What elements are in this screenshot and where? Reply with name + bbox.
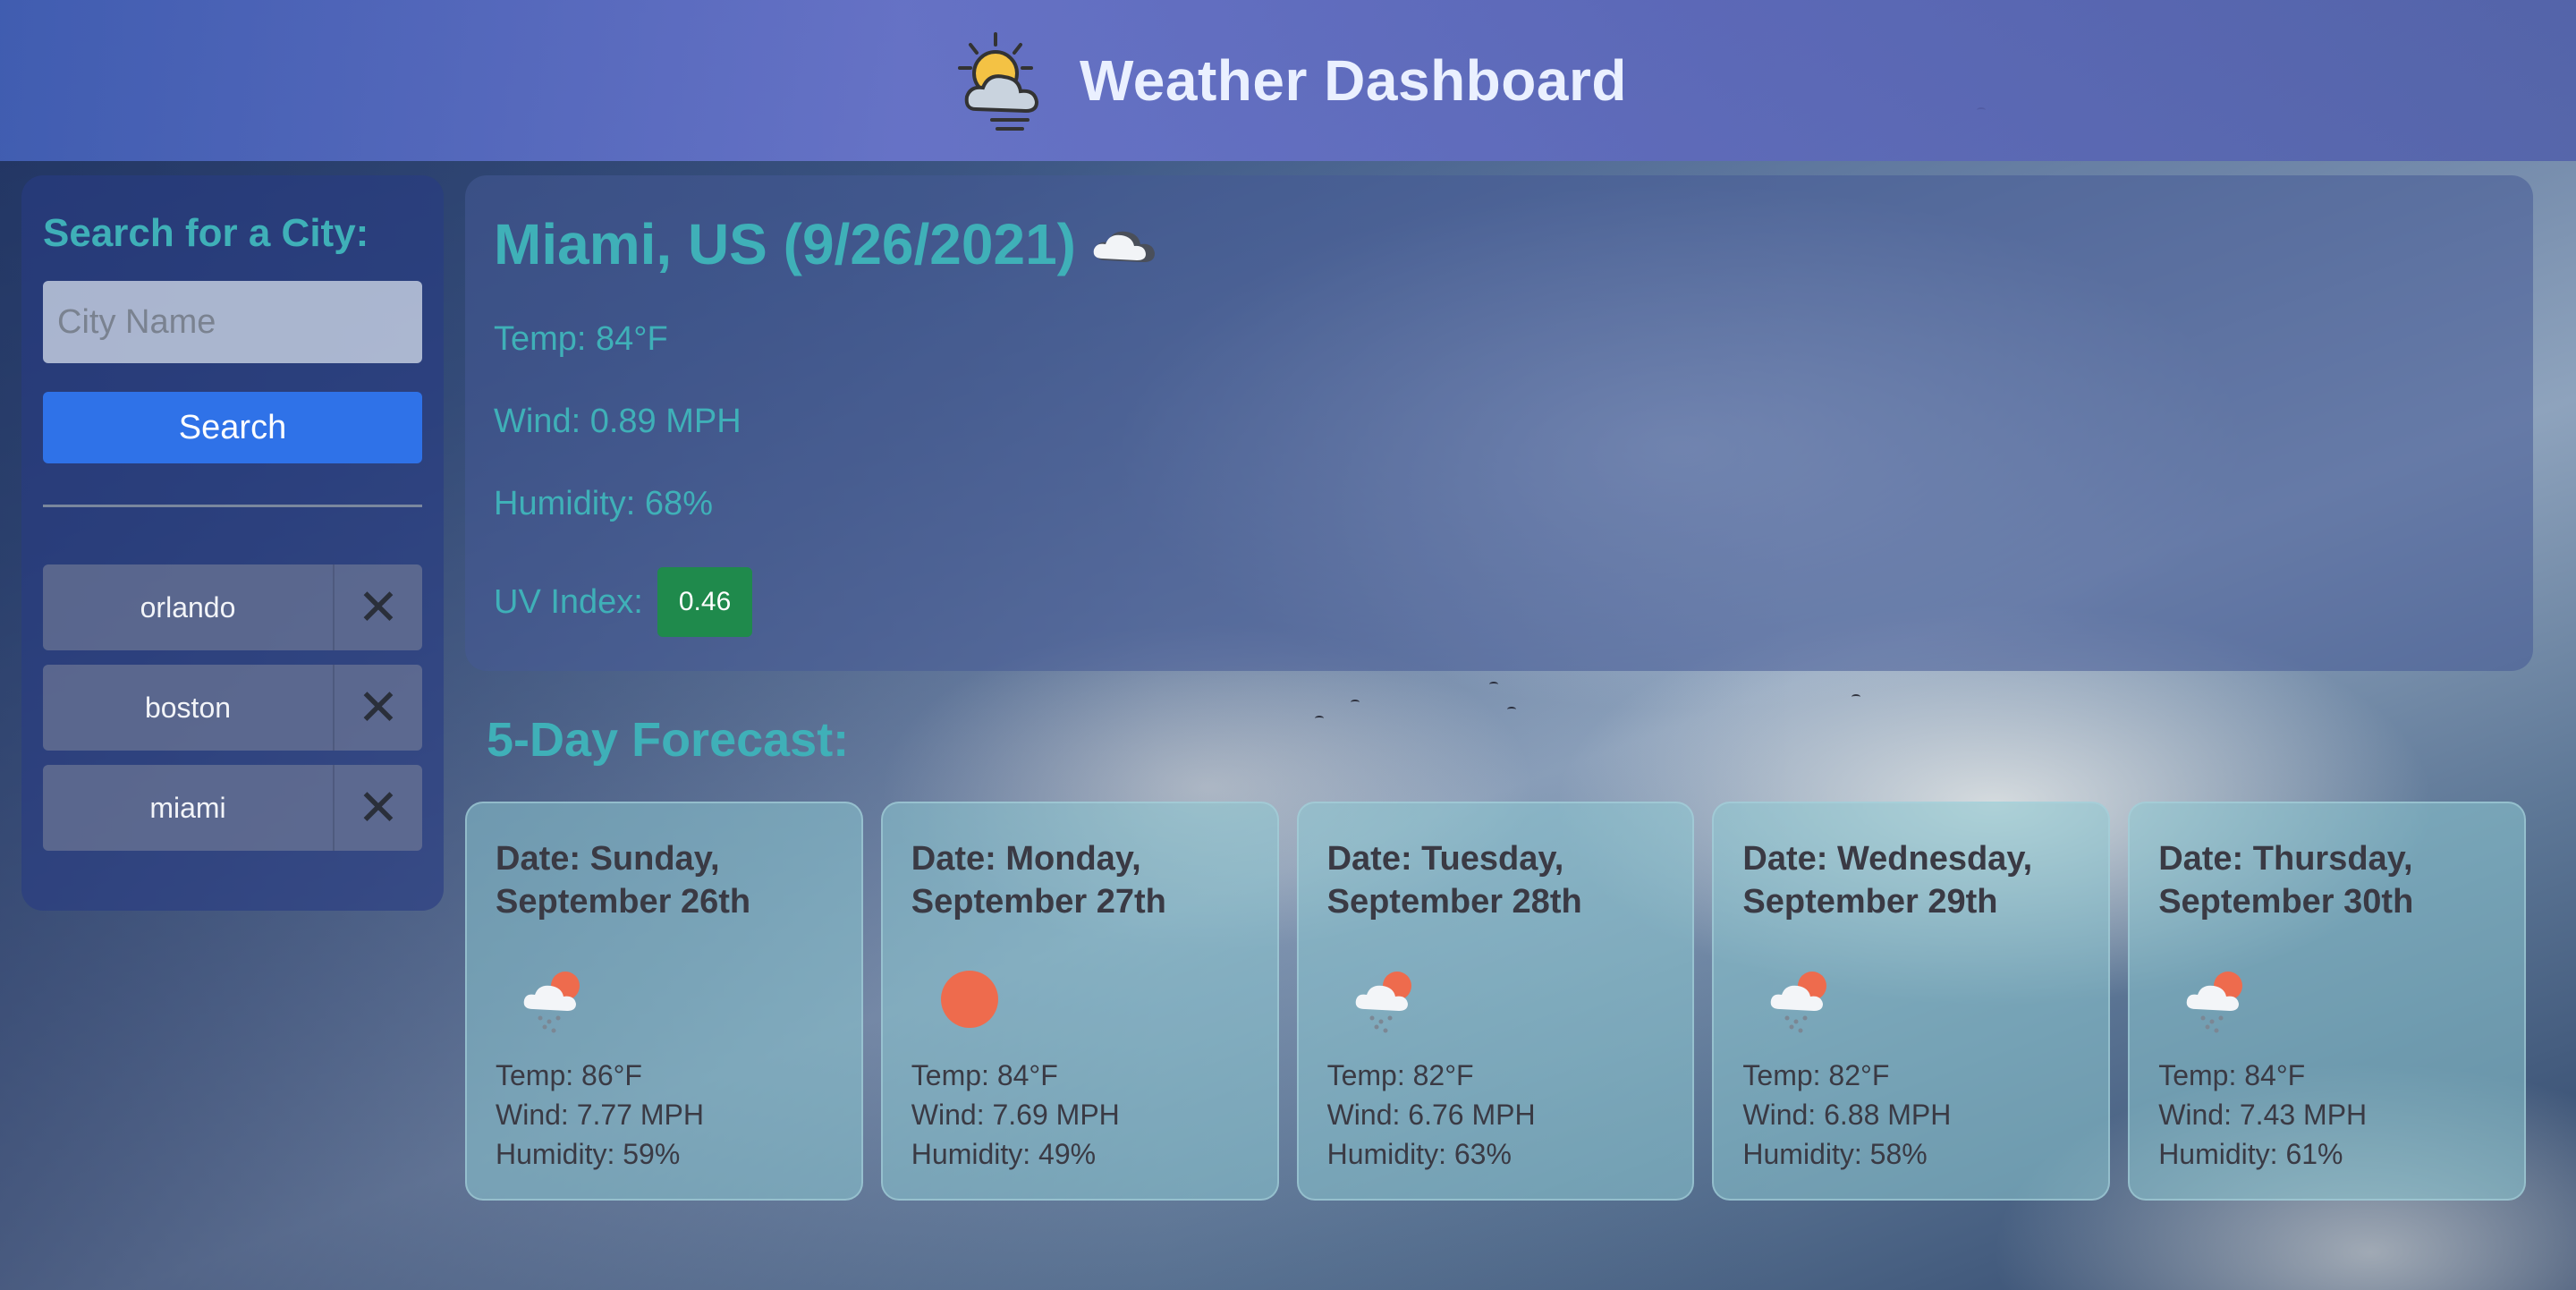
uv-index-label: UV Index: — [494, 582, 643, 621]
uv-index-row: UV Index: 0.46 — [494, 567, 2504, 637]
history-city-button[interactable]: orlando — [43, 564, 333, 650]
history-item-boston: boston ✕ — [43, 665, 422, 751]
forecast-card: Date: Tuesday, September 28th Temp: 82°F… — [1296, 802, 1695, 1201]
history-item-orlando: orlando ✕ — [43, 564, 422, 650]
forecast-date: Date: Wednesday, September 29th — [1742, 840, 2033, 921]
history-item-miami: miami ✕ — [43, 765, 422, 851]
sun-behind-cloud-icon — [958, 32, 1039, 131]
uv-index-badge: 0.46 — [657, 567, 753, 637]
rain-cloud-sun-icon — [523, 972, 580, 1033]
forecast-wind: Wind: 7.77 MPH — [496, 1099, 704, 1131]
history-city-button[interactable]: boston — [43, 665, 333, 751]
forecast-humidity: Humidity: 63% — [1326, 1138, 1512, 1170]
close-icon[interactable]: ✕ — [333, 665, 422, 751]
search-panel: Search for a City: Search orlando ✕ bost… — [21, 175, 444, 911]
history-city-button[interactable]: miami — [43, 765, 333, 851]
forecast-wind: Wind: 6.76 MPH — [1326, 1099, 1536, 1131]
forecast-cards: Date: Sunday, September 26th Temp: 86°F … — [465, 802, 2526, 1201]
rain-cloud-sun-icon — [2186, 972, 2243, 1033]
forecast-date: Date: Thursday, September 30th — [2158, 840, 2414, 921]
app-header: Weather Dashboard — [0, 0, 2576, 161]
forecast-card: Date: Sunday, September 26th Temp: 86°F … — [465, 802, 863, 1201]
forecast-date: Date: Monday, September 27th — [911, 840, 1166, 921]
forecast-wind: Wind: 6.88 MPH — [1742, 1099, 1952, 1131]
rain-cloud-sun-icon — [1771, 972, 1827, 1033]
bird-decoration — [1852, 694, 1860, 700]
forecast-temp: Temp: 86°F — [496, 1059, 642, 1091]
forecast-date: Date: Tuesday, September 28th — [1326, 840, 1582, 921]
rain-cloud-sun-icon — [1355, 972, 1411, 1033]
forecast-humidity: Humidity: 58% — [1742, 1138, 1928, 1170]
search-button[interactable]: Search — [43, 392, 422, 463]
forecast-humidity: Humidity: 49% — [911, 1138, 1097, 1170]
forecast-card: Date: Thursday, September 30th Temp: 84°… — [2128, 802, 2526, 1201]
bird-decoration — [1489, 682, 1498, 687]
close-icon[interactable]: ✕ — [333, 765, 422, 851]
forecast-temp: Temp: 84°F — [911, 1059, 1058, 1091]
current-city-date: Miami, US (9/26/2021) — [494, 212, 1076, 276]
current-weather-panel: Miami, US (9/26/2021) Temp: 84°F Wind: 0… — [465, 175, 2533, 671]
forecast-humidity: Humidity: 59% — [496, 1138, 681, 1170]
city-name-input[interactable] — [43, 281, 422, 363]
bird-decoration — [1315, 716, 1324, 721]
forecast-card: Date: Wednesday, September 29th Temp: 82… — [1712, 802, 2111, 1201]
close-icon[interactable]: ✕ — [333, 564, 422, 650]
forecast-temp: Temp: 84°F — [2158, 1059, 2306, 1091]
forecast-temp: Temp: 82°F — [1326, 1059, 1474, 1091]
cloud-icon — [1093, 231, 1155, 262]
forecast-heading: 5-Day Forecast: — [487, 713, 850, 767]
forecast-temp: Temp: 82°F — [1742, 1059, 1890, 1091]
bird-decoration — [1351, 700, 1360, 705]
app-title: Weather Dashboard — [1080, 48, 1627, 113]
current-temp: Temp: 84°F — [494, 320, 668, 358]
current-wind: Wind: 0.89 MPH — [494, 403, 741, 440]
current-humidity: Humidity: 68% — [494, 485, 713, 522]
forecast-wind: Wind: 7.69 MPH — [911, 1099, 1120, 1131]
bird-decoration — [1507, 707, 1516, 712]
sun-icon — [940, 971, 998, 1028]
forecast-card: Date: Monday, September 27th Temp: 84°F … — [880, 802, 1279, 1201]
current-weather-heading: Miami, US (9/26/2021) — [494, 211, 2504, 277]
forecast-date: Date: Sunday, September 26th — [496, 840, 751, 921]
forecast-wind: Wind: 7.43 MPH — [2158, 1099, 2368, 1131]
divider — [43, 505, 422, 507]
search-title: Search for a City: — [43, 211, 369, 255]
forecast-humidity: Humidity: 61% — [2158, 1138, 2343, 1170]
